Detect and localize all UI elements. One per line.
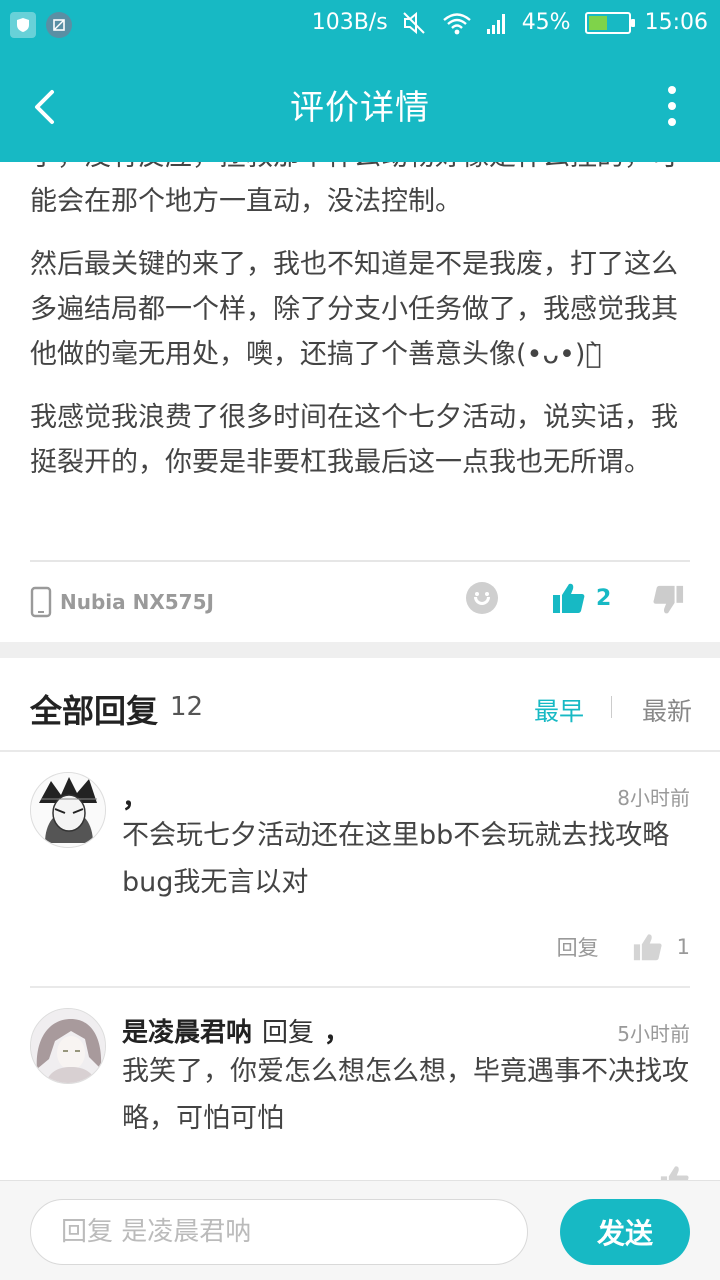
reply-input[interactable] bbox=[30, 1199, 528, 1265]
emoji-reaction-icon[interactable] bbox=[466, 582, 498, 614]
clock: 15:06 bbox=[644, 10, 708, 35]
like-count: 2 bbox=[596, 585, 612, 611]
replies-count: 12 bbox=[170, 692, 204, 722]
reply-text: 不会玩七夕活动还在这里bb不会玩就去找攻略bug我无言以对 bbox=[122, 820, 670, 898]
reply-actions bbox=[660, 1164, 690, 1180]
notification-icons bbox=[10, 12, 72, 38]
reply-text: 我笑了，你爱怎么想怎么想，毕竟遇事不决找攻略，可怕可怕 bbox=[122, 1056, 689, 1134]
review-paragraph: 然后最关键的来了，我也不知道是不是我废，打了这么多遍结局都一个样，除了分支小任务… bbox=[30, 249, 678, 370]
reply-like-count: 1 bbox=[676, 935, 690, 959]
section-divider bbox=[0, 642, 720, 658]
reply-author: ， bbox=[122, 778, 148, 815]
more-dot-icon bbox=[668, 118, 676, 126]
review-paragraph: 了，没有反应，拯救那个什么动物好像是什么控的，可能会在那个地方一直动，没法控制。 bbox=[30, 162, 678, 217]
dislike-button[interactable] bbox=[652, 584, 684, 620]
avatar[interactable] bbox=[30, 1008, 106, 1084]
mute-icon bbox=[402, 11, 428, 35]
author-name[interactable]: ， bbox=[122, 784, 148, 814]
reply-actions: 回复 1 bbox=[557, 932, 690, 962]
replies-header: 全部回复 12 最早 最新 bbox=[0, 658, 720, 752]
device-name: Nubia NX575J bbox=[60, 590, 214, 614]
more-options-button[interactable] bbox=[662, 86, 682, 126]
replies-title: 全部回复 bbox=[30, 692, 159, 730]
reply-bar: 发送 bbox=[0, 1180, 720, 1280]
send-button[interactable]: 发送 bbox=[560, 1199, 690, 1265]
reply-author: 是凌晨君呐 回复 ， bbox=[122, 1012, 350, 1049]
like-button[interactable]: 2 bbox=[552, 582, 611, 614]
thumbs-up-icon[interactable] bbox=[660, 1164, 690, 1180]
sort-earliest-tab[interactable]: 最早 bbox=[534, 692, 584, 728]
reply-time: 5小时前 bbox=[617, 1022, 690, 1046]
sort-divider bbox=[611, 696, 612, 718]
reply-target-name[interactable]: ， bbox=[324, 1018, 350, 1048]
reply-button[interactable]: 回复 bbox=[557, 932, 599, 962]
device-info: Nubia NX575J bbox=[30, 586, 214, 618]
reply-item: ， 8小时前 不会玩七夕活动还在这里bb不会玩就去找攻略bug我无言以对 回复 … bbox=[0, 752, 720, 988]
phone-icon bbox=[30, 586, 52, 618]
avatar-image bbox=[31, 773, 105, 847]
signal-icon bbox=[486, 11, 508, 35]
wifi-icon bbox=[442, 11, 472, 35]
page-title: 评价详情 bbox=[290, 88, 430, 128]
app-bar: 评价详情 bbox=[0, 52, 720, 162]
status-bar: 103B/s 45% 15:06 bbox=[0, 0, 720, 52]
review-body: 了，没有反应，拯救那个什么动物好像是什么控的，可能会在那个地方一直动，没法控制。… bbox=[0, 162, 720, 642]
reply-item: 是凌晨君呐 回复 ， 5小时前 我笑了，你爱怎么想怎么想，毕竟遇事不决找攻略，可怕可… bbox=[0, 988, 720, 1180]
shield-icon bbox=[10, 12, 36, 38]
reply-word: 回复 bbox=[262, 1018, 315, 1048]
avatar-image bbox=[31, 1009, 105, 1083]
battery-percent: 45% bbox=[521, 10, 571, 35]
avatar[interactable] bbox=[30, 772, 106, 848]
sort-newest-tab[interactable]: 最新 bbox=[642, 692, 692, 728]
more-dot-icon bbox=[668, 102, 676, 110]
battery-icon bbox=[584, 11, 635, 34]
divider bbox=[30, 560, 690, 562]
reply-time: 8小时前 bbox=[617, 786, 690, 810]
more-dot-icon bbox=[668, 86, 676, 94]
review-paragraph: 我感觉我浪费了很多时间在这个七夕活动，说实话，我挺裂开的，你要是非要杠我最后这一… bbox=[30, 402, 678, 478]
review-meta: Nubia NX575J 2 bbox=[30, 582, 690, 626]
screenshot-icon bbox=[46, 12, 72, 38]
thumbs-up-icon bbox=[553, 583, 585, 613]
network-speed: 103B/s bbox=[311, 10, 388, 35]
thumbs-up-icon[interactable] bbox=[633, 932, 663, 962]
thumbs-down-icon bbox=[653, 585, 684, 614]
author-name[interactable]: 是凌晨君呐 bbox=[122, 1018, 252, 1048]
